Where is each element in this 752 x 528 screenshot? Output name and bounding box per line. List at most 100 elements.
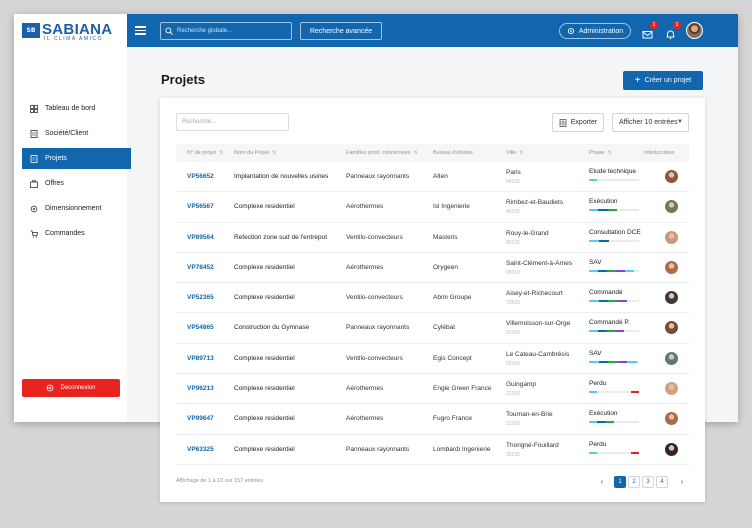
global-search-input[interactable]: Recherche globale... [160,22,292,40]
product-family: Panneaux rayonnants [346,324,410,332]
column-header[interactable]: Familles prod. concernées ⇅ [346,150,418,156]
phase-label: Perdu [589,380,607,388]
entries-select-value: Afficher 10 entrées [619,119,678,126]
contact-avatar[interactable] [665,291,678,305]
project-number-link[interactable]: VP89713 [187,355,214,362]
sidebar-item-company[interactable]: Société/Client [22,123,131,144]
settings-icon [30,205,38,213]
contact-avatar[interactable] [665,412,678,426]
export-button[interactable]: Exporter [552,113,604,132]
administration-button[interactable]: Administration [559,23,631,39]
project-number-link[interactable]: VP96213 [187,385,214,392]
cart-icon [30,230,38,238]
sidebar-item-dashboard[interactable]: Tableau de bord [22,98,131,119]
table-row[interactable]: VP54865 Construction du Gymnase Panneaux r… [176,313,689,344]
design-office: Isl Ingenierie [433,203,470,211]
contact-avatar[interactable] [665,200,678,214]
table-row[interactable]: VP63325 Complexe residentiel Panneaux rayo… [176,435,689,465]
contact-avatar[interactable] [665,260,678,274]
create-project-button[interactable]: + Créer un projet [623,71,703,90]
sidebar-item-label: Commandes [45,230,85,237]
table-row[interactable]: VP89713 Complexe residentiel Ventilo-conve… [176,344,689,375]
phase-progress-bar [589,330,639,333]
logout-button[interactable]: Deconnexion [22,379,120,397]
mail-icon[interactable]: 1 [642,21,658,39]
column-header[interactable]: Nom du Projet ⇅ [234,150,276,156]
phase-progress-bar [589,421,639,424]
city: Paris [506,169,521,176]
contact-avatar[interactable] [665,442,678,456]
table-row[interactable]: VP56652 Implantation de nouvelles usines P… [176,162,689,193]
sort-icon: ⇅ [219,150,224,156]
project-number-link[interactable]: VP56652 [187,173,214,180]
sidebar-item-label: Projets [45,155,67,162]
project-number-link[interactable]: VP63325 [187,446,214,453]
contact-avatar[interactable] [665,382,678,396]
contact-avatar[interactable] [665,321,678,335]
city: Le Cateau-Cambrésis [506,350,570,358]
sort-icon: ⇅ [413,150,418,156]
plus-icon: + [634,74,641,86]
project-name: Complexe residentiel [234,415,295,423]
sabiana-logo[interactable]: SB SABIANA IL CLIMA AMICO [22,21,120,42]
column-header[interactable]: Bureau d'études [433,150,473,156]
project-number-link[interactable]: VP52365 [187,294,214,301]
project-number-link[interactable]: VP89564 [187,234,214,241]
contact-avatar[interactable] [665,170,678,183]
next-page-button[interactable]: › [676,476,688,488]
contact-avatar[interactable] [665,230,678,244]
product-family: Panneaux rayonnants [346,173,410,180]
project-number-link[interactable]: VP56567 [187,203,214,210]
city: Rimbez-et-Baudiets [506,199,564,207]
entries-select[interactable]: Afficher 10 entrées ▼ [612,113,689,132]
column-header[interactable]: Ville ⇅ [506,150,524,156]
bell-badge: 1 [673,21,681,29]
project-name: Construction du Gymnase [234,324,310,332]
project-number-link[interactable]: VP54865 [187,324,214,331]
sidebar-item-offers[interactable]: Offres [22,173,131,194]
sidebar-item-sizing[interactable]: Dimensionnement [22,198,131,219]
phase-progress-bar [589,451,639,454]
table-row[interactable]: VP56567 Complexe residentiel Aérothermes Is… [176,192,689,223]
user-avatar[interactable] [686,22,703,39]
bell-icon[interactable]: 1 [665,21,681,40]
table-row[interactable]: VP96213 Complexe residentiel Aérothermes En… [176,374,689,405]
page-button[interactable]: 3 [642,475,654,488]
city: Tournan-en-Brie [506,411,553,419]
product-family: Ventilo-convecteurs [346,294,403,302]
phase-label: Perdu [589,440,607,448]
postal-code: 80110 [506,239,520,246]
column-header[interactable]: N° de projet ⇅ [187,150,223,156]
project-number-link[interactable]: VP99647 [187,415,214,422]
phase-label: Commandé P. [589,319,630,327]
page-button[interactable]: 4 [656,475,668,488]
table-row[interactable]: VP99647 Complexe residentiel Aérothermes Fu… [176,404,689,435]
sidebar-item-projects[interactable]: Projets [22,148,131,169]
sidebar-item-orders[interactable]: Commandes [22,223,131,244]
prev-page-button[interactable]: ‹ [596,476,608,488]
advanced-search-button[interactable]: Recherche avancée [300,22,382,40]
postal-code: 22200 [506,391,520,398]
caret-down-icon: ▼ [677,119,683,125]
project-number-link[interactable]: VP78452 [187,264,214,271]
postal-code: 22200 [506,421,520,428]
spreadsheet-icon [559,118,567,127]
page-button[interactable]: 1 [614,475,626,488]
table-row[interactable]: VP52365 Complexe residentiel Ventilo-conve… [176,283,689,314]
contact-avatar[interactable] [665,351,678,365]
sidebar-item-label: Offres [45,180,64,187]
document-icon [30,154,38,163]
table-row[interactable]: VP89564 Refection zone sud de l'entrepot V… [176,223,689,253]
column-header[interactable]: Phase ⇅ [589,150,612,156]
table-row[interactable]: VP78452 Complexe residentiel Aérothermes Or… [176,253,689,284]
sidebar-item-label: Société/Client [45,130,89,137]
project-name: Complexe residentiel [234,385,295,393]
page-button[interactable]: 2 [628,475,640,488]
table-search-input[interactable]: Recherche... [176,113,289,131]
sort-icon: ⇅ [519,150,524,156]
building-icon [30,129,38,138]
menu-toggle-icon[interactable] [135,26,146,35]
table-footer-info: Affichage de 1 à 10 sur 157 entrées [176,478,264,484]
postal-code: 59360 [506,360,520,367]
project-name: Refection zone sud de l'entrepot [234,233,328,241]
